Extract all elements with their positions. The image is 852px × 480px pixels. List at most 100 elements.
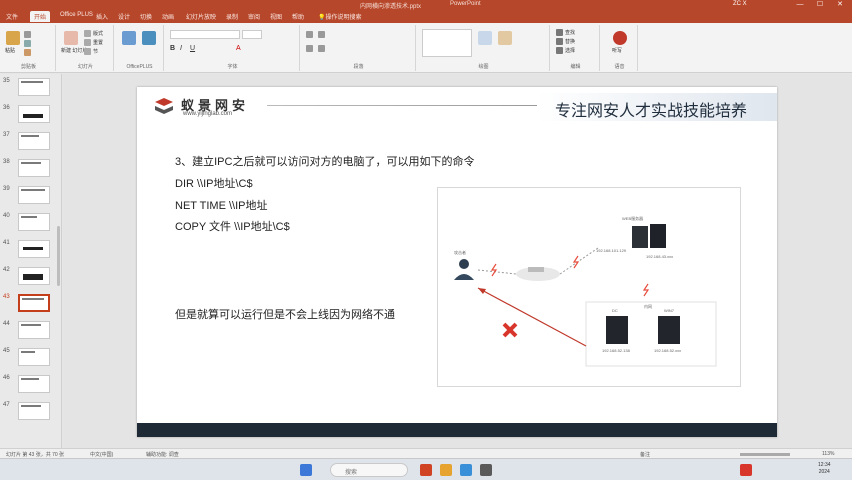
tab-record[interactable]: 录制 bbox=[226, 12, 238, 21]
layout-button[interactable]: 版式 bbox=[84, 30, 103, 37]
terminal-icon[interactable] bbox=[480, 464, 492, 476]
clock-date: 2024 bbox=[818, 469, 830, 475]
tab-file[interactable]: 文件 bbox=[6, 12, 18, 21]
template-icon[interactable] bbox=[142, 31, 156, 45]
taskbar-search[interactable]: 搜索 bbox=[330, 463, 408, 477]
tab-review[interactable]: 审阅 bbox=[248, 12, 260, 21]
slide-thumbnail[interactable] bbox=[18, 105, 50, 123]
tab-animations[interactable]: 动画 bbox=[162, 12, 174, 21]
slide-thumbnail[interactable] bbox=[18, 159, 50, 177]
microphone-icon bbox=[613, 31, 627, 45]
recorder-icon[interactable] bbox=[740, 464, 752, 476]
font-size-select[interactable] bbox=[242, 30, 262, 39]
language-indicator[interactable]: 中文(中国) bbox=[90, 451, 113, 458]
quick-styles-icon[interactable] bbox=[498, 31, 512, 45]
thumb-number: 45 bbox=[3, 348, 10, 354]
thumbnail-scrollbar[interactable] bbox=[56, 76, 61, 446]
slide-thumbnail[interactable] bbox=[18, 321, 50, 339]
thumb-image bbox=[23, 114, 43, 118]
arrange-icon[interactable] bbox=[478, 31, 492, 45]
select-button[interactable]: 选择 bbox=[556, 47, 575, 54]
font-color-button[interactable]: A bbox=[236, 45, 241, 52]
intranet-host-b-icon bbox=[658, 316, 680, 344]
maximize-button[interactable]: ☐ bbox=[810, 0, 830, 10]
current-slide[interactable]: 蚁景网安 www.yijinglab.com 专注网安人才实战技能培养 3、建立… bbox=[137, 87, 777, 437]
system-clock[interactable]: 12:34 2024 bbox=[818, 462, 831, 476]
powerpoint-icon[interactable] bbox=[420, 464, 432, 476]
slide-thumbnail-pane: 35 36 37 38 39 40 41 42 43 44 45 46 47 bbox=[0, 74, 62, 448]
close-button[interactable]: ✕ bbox=[830, 0, 850, 10]
tab-slideshow[interactable]: 幻灯片放映 bbox=[186, 12, 216, 21]
slide-thumbnail[interactable] bbox=[18, 213, 50, 231]
user-name[interactable]: ZC X bbox=[733, 1, 747, 7]
zoom-level[interactable]: 113% bbox=[822, 451, 834, 457]
dictate-button[interactable]: 听写 bbox=[612, 47, 622, 54]
group-label-drawing: 绘图 bbox=[478, 64, 489, 70]
thumb-text-line bbox=[21, 351, 35, 353]
tab-officeplus[interactable]: Office PLUS bbox=[60, 12, 93, 18]
tab-insert[interactable]: 插入 bbox=[96, 12, 108, 21]
italic-button[interactable]: I bbox=[180, 45, 182, 52]
align-left-button[interactable] bbox=[306, 45, 313, 52]
folder-icon[interactable] bbox=[440, 464, 452, 476]
slide-thumbnail[interactable] bbox=[18, 375, 50, 393]
slide-thumbnail[interactable] bbox=[18, 267, 50, 285]
copy-button[interactable] bbox=[24, 40, 31, 47]
slide-thumbnail[interactable] bbox=[18, 186, 50, 204]
notes-button[interactable]: 备注 bbox=[640, 451, 650, 458]
arrowhead-icon bbox=[478, 288, 486, 294]
slide-thumbnail[interactable] bbox=[18, 348, 50, 366]
numbering-button[interactable] bbox=[318, 31, 325, 38]
lightning-icon bbox=[572, 255, 580, 269]
thumb-number: 38 bbox=[3, 159, 10, 165]
tab-search[interactable]: 💡操作说明搜索 bbox=[318, 12, 362, 21]
shapes-gallery[interactable] bbox=[422, 29, 472, 57]
section-button[interactable]: 节 bbox=[84, 48, 98, 55]
slide-header: 蚁景网安 www.yijinglab.com 专注网安人才实战技能培养 bbox=[137, 87, 777, 127]
tab-transitions[interactable]: 切换 bbox=[140, 12, 152, 21]
tab-view[interactable]: 视图 bbox=[270, 12, 282, 21]
officeplus-icon[interactable] bbox=[122, 31, 136, 45]
bullets-button[interactable] bbox=[306, 31, 313, 38]
font-family-select[interactable] bbox=[170, 30, 240, 39]
slide-thumbnail[interactable] bbox=[18, 132, 50, 150]
format-painter-button[interactable] bbox=[24, 49, 31, 56]
underline-button[interactable]: U bbox=[190, 45, 195, 52]
group-drawing: 绘图 bbox=[418, 25, 550, 71]
app-name: PowerPoint bbox=[450, 1, 481, 7]
scissors-icon bbox=[24, 31, 31, 38]
thumb-text-line bbox=[21, 324, 41, 326]
tab-help[interactable]: 帮助 bbox=[292, 12, 304, 21]
label-web-server: WEB服务器 bbox=[622, 216, 644, 221]
scrollbar-thumb[interactable] bbox=[57, 226, 60, 286]
start-icon[interactable] bbox=[300, 464, 312, 476]
thumb-number: 46 bbox=[3, 375, 10, 381]
paste-button[interactable]: 粘贴 bbox=[5, 47, 15, 54]
slide-thumbnail-selected[interactable] bbox=[18, 294, 50, 312]
thumb-number: 41 bbox=[3, 240, 10, 246]
search-icon bbox=[556, 29, 563, 36]
align-center-icon bbox=[318, 45, 325, 52]
new-slide-icon bbox=[64, 31, 78, 45]
bold-button[interactable]: B bbox=[170, 45, 175, 52]
find-button[interactable]: 查找 bbox=[556, 29, 575, 36]
reset-button[interactable]: 重置 bbox=[84, 39, 103, 46]
slide-thumbnail[interactable] bbox=[18, 78, 50, 96]
tab-design[interactable]: 设计 bbox=[118, 12, 130, 21]
cut-button[interactable] bbox=[24, 31, 31, 38]
lightning-icon bbox=[490, 263, 498, 277]
tab-home[interactable]: 开始 bbox=[30, 11, 51, 22]
browser-icon[interactable] bbox=[460, 464, 472, 476]
zoom-slider[interactable] bbox=[740, 453, 790, 456]
label-intranet: 内网 bbox=[644, 304, 652, 309]
group-clipboard: 粘贴 剪贴板 bbox=[2, 25, 56, 71]
lightning-icon bbox=[642, 283, 650, 297]
minimize-button[interactable]: — bbox=[790, 0, 810, 10]
label-host-b: WIN7 bbox=[664, 308, 674, 313]
replace-button[interactable]: 替换 bbox=[556, 38, 575, 45]
slide-thumbnail[interactable] bbox=[18, 402, 50, 420]
accessibility-indicator[interactable]: 辅助功能: 调查 bbox=[146, 451, 179, 458]
slide-thumbnail[interactable] bbox=[18, 240, 50, 258]
group-label-slides: 幻灯片 bbox=[77, 64, 93, 70]
align-center-button[interactable] bbox=[318, 45, 325, 52]
